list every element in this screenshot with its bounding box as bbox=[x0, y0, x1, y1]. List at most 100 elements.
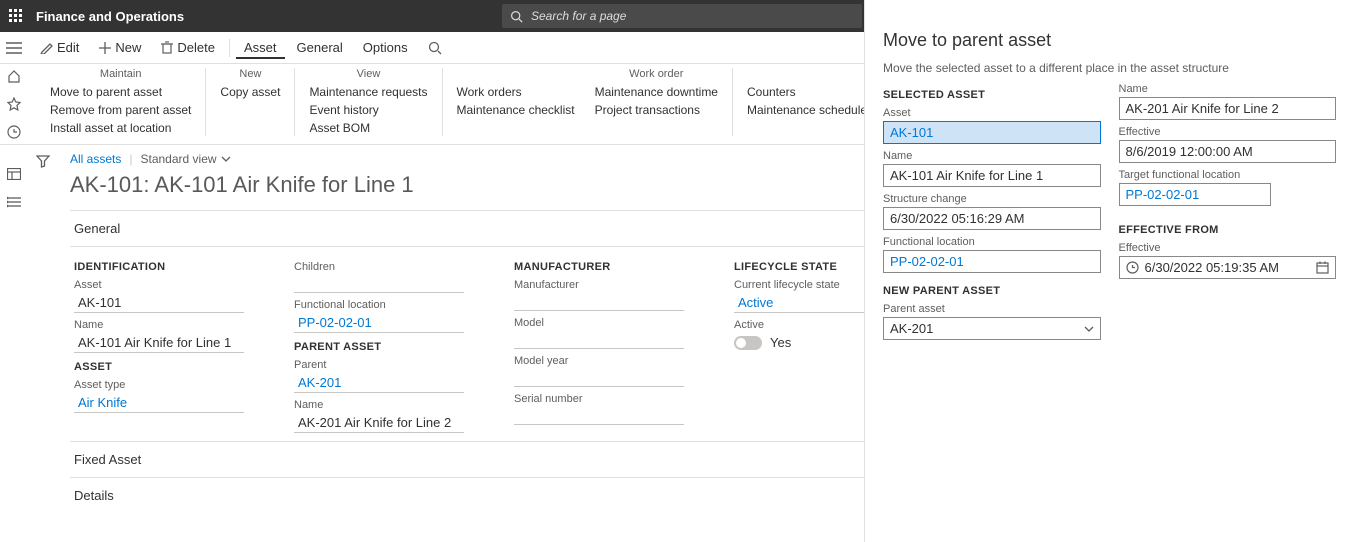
sp-label-parent-asset: Parent asset bbox=[883, 303, 1101, 315]
sp-field-name[interactable]: AK-101 Air Knife for Line 1 bbox=[883, 164, 1101, 187]
list-icon[interactable] bbox=[6, 194, 22, 210]
sp-label-asset: Asset bbox=[883, 107, 1101, 119]
group-title-view: View bbox=[309, 68, 427, 84]
label-name: Name bbox=[74, 319, 274, 331]
delete-label: Delete bbox=[177, 40, 215, 55]
field-model-year[interactable] bbox=[514, 369, 684, 387]
ribbon-group-view2: Work order Work orders Maintenance check… bbox=[443, 68, 581, 136]
sp-effective-value: 6/30/2022 05:19:35 AM bbox=[1145, 260, 1279, 275]
star-icon[interactable] bbox=[6, 96, 22, 112]
field-parent[interactable]: AK-201 bbox=[294, 373, 464, 393]
sp-label-effective-from: Effective bbox=[1119, 242, 1337, 254]
sp-label-target-funcloc: Target functional location bbox=[1119, 169, 1337, 181]
search-icon bbox=[510, 10, 523, 23]
toggle-active[interactable] bbox=[734, 336, 762, 350]
ribbon-item-counters[interactable]: Counters bbox=[747, 84, 867, 100]
section-manufacturer: MANUFACTURER bbox=[514, 261, 714, 273]
sp-label-right-name: Name bbox=[1119, 83, 1337, 95]
search-input[interactable] bbox=[529, 8, 854, 24]
sp-field-right-name[interactable]: AK-201 Air Knife for Line 2 bbox=[1119, 97, 1337, 120]
trash-icon bbox=[161, 41, 173, 54]
section-asset: ASSET bbox=[74, 361, 274, 373]
label-parent: Parent bbox=[294, 359, 494, 371]
ribbon-item-copy-asset[interactable]: Copy asset bbox=[220, 84, 280, 100]
ribbon-item-maintenance-requests[interactable]: Maintenance requests bbox=[309, 84, 427, 100]
search-action-button[interactable] bbox=[420, 37, 450, 59]
ribbon-item-maintenance-schedule[interactable]: Maintenance schedule bbox=[747, 102, 867, 118]
tab-asset[interactable]: Asset bbox=[236, 36, 285, 59]
breadcrumb-divider: | bbox=[129, 152, 132, 166]
sp-select-parent-asset[interactable]: AK-201 bbox=[883, 317, 1101, 340]
tab-options[interactable]: Options bbox=[355, 36, 416, 59]
ribbon-item-move-to-parent[interactable]: Move to parent asset bbox=[50, 84, 191, 100]
ribbon-item-maintenance-downtime[interactable]: Maintenance downtime bbox=[595, 84, 718, 100]
label-children: Children bbox=[294, 261, 494, 273]
new-label: New bbox=[115, 40, 141, 55]
field-serial-number[interactable] bbox=[514, 407, 684, 425]
label-serial-number: Serial number bbox=[514, 393, 714, 405]
new-button[interactable]: New bbox=[91, 36, 149, 59]
section-parent-asset: PARENT ASSET bbox=[294, 341, 494, 353]
field-asset-type[interactable]: Air Knife bbox=[74, 393, 244, 413]
chevron-down-icon bbox=[221, 156, 231, 162]
ribbon-item-asset-bom[interactable]: Asset BOM bbox=[309, 120, 427, 136]
sp-field-right-effective[interactable]: 8/6/2019 12:00:00 AM bbox=[1119, 140, 1337, 163]
sp-label-structure-change: Structure change bbox=[883, 193, 1101, 205]
clock-icon bbox=[1126, 261, 1139, 274]
tab-general[interactable]: General bbox=[289, 36, 351, 59]
section-identification: IDENTIFICATION bbox=[74, 261, 274, 273]
sp-field-effective-from[interactable]: 6/30/2022 05:19:35 AM bbox=[1119, 256, 1337, 279]
ribbon-item-project-transactions[interactable]: Project transactions bbox=[595, 102, 718, 118]
filter-icon[interactable] bbox=[36, 154, 50, 168]
view-selector[interactable]: Standard view bbox=[140, 152, 230, 166]
field-name[interactable]: AK-101 Air Knife for Line 1 bbox=[74, 333, 244, 353]
ribbon-group-preventive-left: x Counters Maintenance schedule bbox=[733, 68, 882, 136]
ribbon-item-maintenance-checklist[interactable]: Maintenance checklist bbox=[457, 102, 575, 118]
layout-icon[interactable] bbox=[6, 166, 22, 182]
search-icon bbox=[428, 41, 442, 55]
sp-field-structure-change[interactable]: 6/30/2022 05:16:29 AM bbox=[883, 207, 1101, 230]
chevron-down-icon bbox=[1084, 326, 1094, 332]
hamburger-icon[interactable] bbox=[6, 40, 22, 56]
sp-field-target-funcloc[interactable]: PP-02-02-01 bbox=[1119, 183, 1271, 206]
field-model[interactable] bbox=[514, 331, 684, 349]
sp-label-right-effective: Effective bbox=[1119, 126, 1337, 138]
edit-button[interactable]: Edit bbox=[32, 36, 87, 59]
sidepanel-description: Move the selected asset to a different p… bbox=[883, 61, 1336, 75]
sp-select-parent-value: AK-201 bbox=[890, 321, 933, 336]
delete-button[interactable]: Delete bbox=[153, 36, 223, 59]
toggle-active-text: Yes bbox=[770, 335, 791, 350]
ribbon-group-maintain: Maintain Move to parent asset Remove fro… bbox=[36, 68, 206, 136]
label-parent-name: Name bbox=[294, 399, 494, 411]
waffle-icon[interactable] bbox=[0, 9, 32, 23]
calendar-icon[interactable] bbox=[1316, 261, 1329, 274]
global-search[interactable] bbox=[502, 4, 862, 28]
clock-icon[interactable] bbox=[6, 124, 22, 140]
label-model-year: Model year bbox=[514, 355, 714, 367]
sidepanel-title: Move to parent asset bbox=[883, 30, 1336, 51]
sp-field-functional-location[interactable]: PP-02-02-01 bbox=[883, 250, 1101, 273]
edit-label: Edit bbox=[57, 40, 79, 55]
sp-label-functional-location: Functional location bbox=[883, 236, 1101, 248]
ribbon-group-workorder: Work order Maintenance downtime Project … bbox=[581, 68, 733, 136]
sp-label-name: Name bbox=[883, 150, 1101, 162]
app-title: Finance and Operations bbox=[32, 9, 184, 24]
group-title-workorder2: Work order bbox=[595, 68, 718, 84]
ribbon-item-event-history[interactable]: Event history bbox=[309, 102, 427, 118]
sp-section-new-parent: NEW PARENT ASSET bbox=[883, 285, 1101, 297]
field-asset[interactable]: AK-101 bbox=[74, 293, 244, 313]
separator bbox=[229, 39, 230, 57]
breadcrumb-link-all-assets[interactable]: All assets bbox=[70, 152, 121, 166]
field-manufacturer[interactable] bbox=[514, 293, 684, 311]
ribbon-item-remove-from-parent[interactable]: Remove from parent asset bbox=[50, 102, 191, 118]
home-icon[interactable] bbox=[6, 68, 22, 84]
field-parent-name[interactable]: AK-201 Air Knife for Line 2 bbox=[294, 413, 464, 433]
filter-column bbox=[28, 144, 58, 542]
sp-field-asset[interactable]: AK-101 bbox=[883, 121, 1101, 144]
ribbon-group-new: New Copy asset bbox=[206, 68, 295, 136]
field-children[interactable] bbox=[294, 275, 464, 293]
field-functional-location[interactable]: PP-02-02-01 bbox=[294, 313, 464, 333]
ribbon-item-install-at-location[interactable]: Install asset at location bbox=[50, 120, 191, 136]
ribbon-item-work-orders[interactable]: Work orders bbox=[457, 84, 575, 100]
group-title-new: New bbox=[220, 68, 280, 84]
